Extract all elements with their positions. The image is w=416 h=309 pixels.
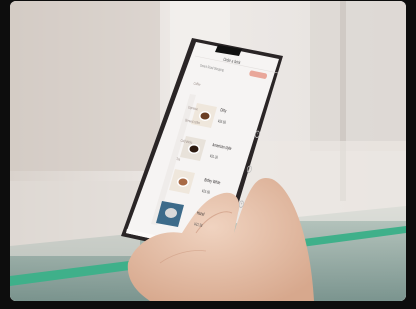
add-icon[interactable]: +	[246, 165, 253, 174]
category-coffee[interactable]: Coffee	[193, 81, 201, 87]
smartphone: Order a drink Dream Road Shopping Coffee…	[10, 1, 406, 301]
screen-title: Order a drink	[222, 57, 241, 67]
category-cold[interactable]: Cold drinks	[180, 138, 193, 145]
item-price: ¥31.36	[209, 153, 219, 160]
order-type-pill[interactable]	[248, 70, 268, 80]
menu-item[interactable]: Hazel ¥31.38	[194, 211, 206, 228]
item-name: Brdey White	[203, 177, 221, 187]
item-name: Dirty	[219, 107, 227, 115]
add-icon[interactable]: +	[254, 130, 261, 139]
item-name: American style	[211, 142, 232, 152]
menu-item[interactable]: Dirty ¥35.68	[217, 107, 229, 124]
photo-frame: Order a drink Dream Road Shopping Coffee…	[10, 1, 406, 301]
item-name: Hazel	[196, 210, 205, 218]
category-brewed[interactable]: Brewed coffee	[185, 118, 201, 126]
item-price: ¥25.68	[201, 188, 211, 195]
item-price: ¥31.38	[193, 221, 203, 228]
store-name[interactable]: Dream Road Shopping	[200, 63, 225, 72]
add-icon[interactable]: +	[238, 200, 245, 209]
menu-item[interactable]: American style ¥31.36	[209, 142, 232, 162]
item-price: ¥35.68	[217, 118, 227, 125]
category-tea[interactable]: Tea	[176, 156, 181, 161]
menu-item[interactable]: Brdey White ¥25.68	[201, 177, 220, 196]
category-espresso[interactable]: Espresso	[188, 105, 199, 112]
